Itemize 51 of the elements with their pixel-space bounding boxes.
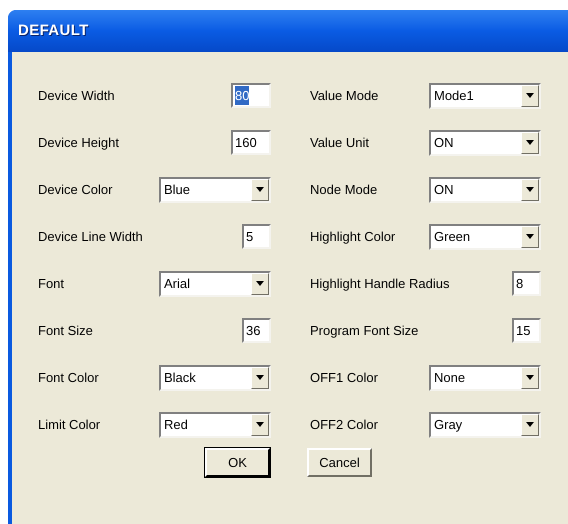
field-value: 8 [516,274,524,293]
field-label: Device Color [38,180,112,199]
caret-icon [526,140,534,145]
ok-button[interactable]: OK [205,448,270,477]
dropdown[interactable]: Arial [159,270,271,296]
field-label: Device Height [38,134,119,152]
text-field[interactable]: 5 [242,224,271,249]
field-label: Device Line Width [38,228,143,246]
field-label: Limit Color [38,416,100,434]
text-field[interactable]: 15 [512,318,541,343]
caret-icon [256,375,264,380]
field-value: 80 [235,86,250,106]
caret-icon [256,281,264,286]
dropdown[interactable]: Black [159,364,271,390]
field-label: Font Color [38,368,99,387]
caret-icon [526,375,534,380]
window-title: DEFAULT [18,20,89,41]
field-value: 15 [516,322,530,340]
cancel-button[interactable]: Cancel [307,448,372,477]
field-label: Highlight Color [310,228,396,246]
field-label: Font [38,274,64,293]
text-field[interactable]: 80 [231,83,271,108]
field-label: OFF1 Color [310,368,378,387]
field-label: Value Mode [310,86,378,105]
field-label: Node Mode [310,180,378,199]
dropdown[interactable]: None [429,364,541,390]
dropdown[interactable]: Green [429,224,541,250]
dropdown[interactable]: ON [429,130,541,156]
dropdown[interactable]: ON [429,176,541,202]
field-label: Device Width [38,86,115,105]
caret-icon [526,422,534,427]
caret-icon [526,234,534,239]
dropdown[interactable]: Blue [159,176,271,202]
field-value: 36 [246,322,260,340]
caret-icon [526,187,534,192]
text-field[interactable]: 36 [242,318,271,343]
caret-icon [526,93,534,98]
field-label: OFF2 Color [310,416,378,434]
field-label: Value Unit [310,134,370,152]
field-value: 5 [246,228,254,246]
caret-icon [256,187,264,192]
field-value: 160 [235,134,257,152]
caret-icon [256,422,264,427]
text-field[interactable]: 8 [512,271,541,296]
field-label: Program Font Size [310,322,418,340]
dropdown[interactable]: Red [159,412,271,438]
text-field[interactable]: 160 [231,130,271,155]
field-label: Font Size [38,322,93,340]
dropdown[interactable]: Mode1 [429,82,541,108]
field-label: Highlight Handle Radius [310,274,450,293]
dropdown[interactable]: Gray [429,412,541,438]
